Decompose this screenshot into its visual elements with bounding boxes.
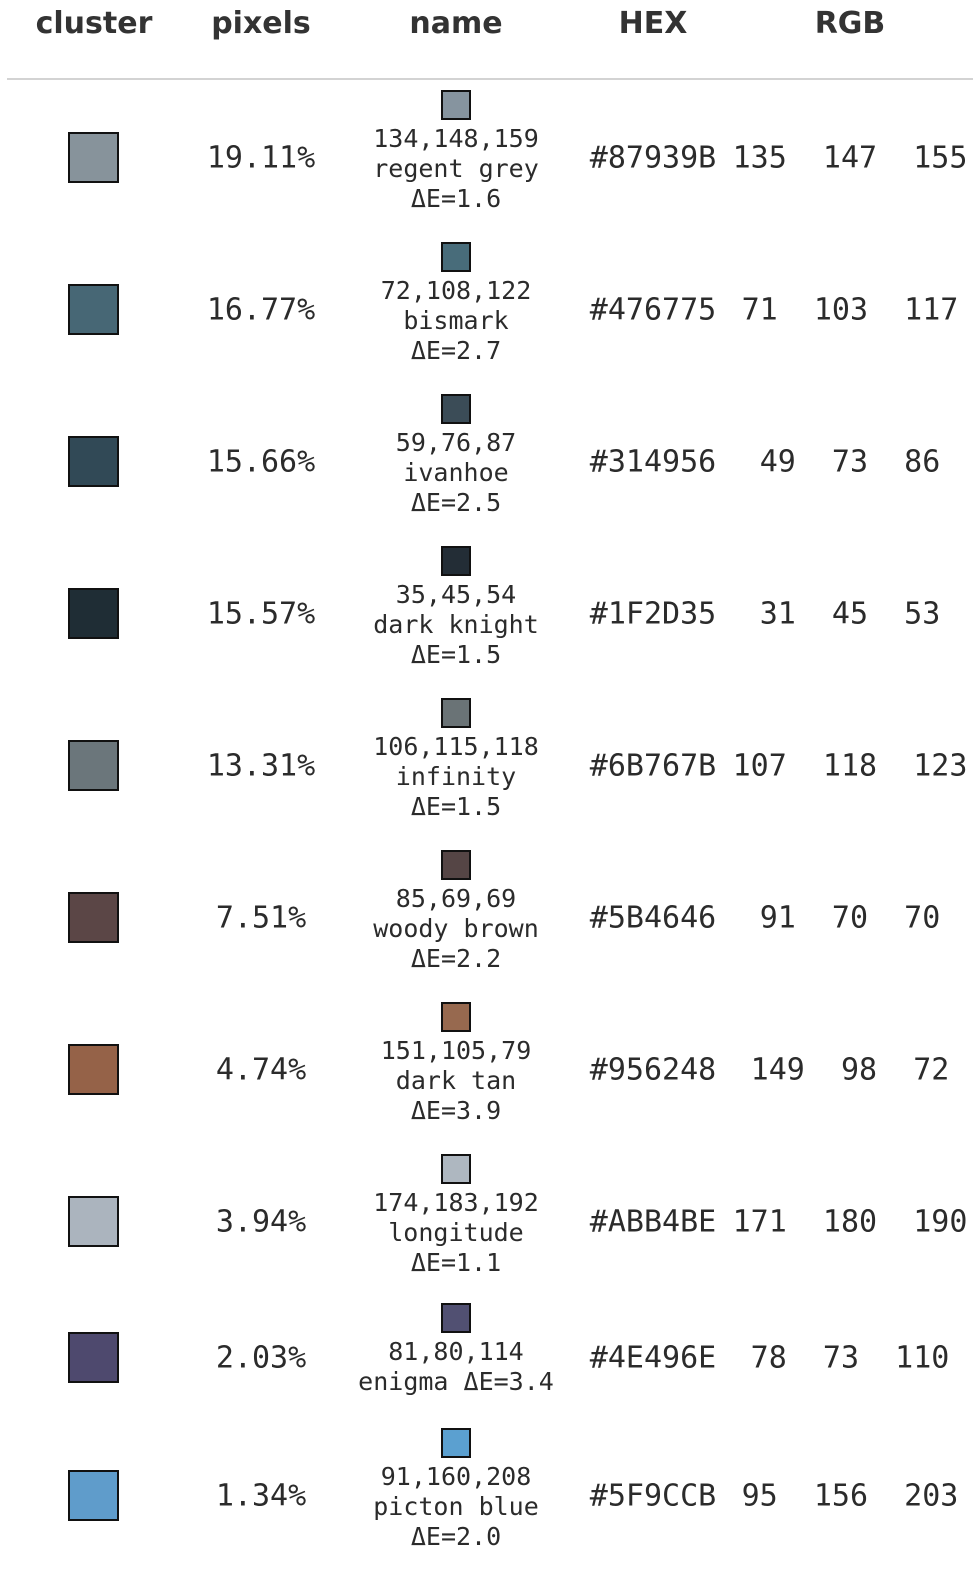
delta-e-value: ΔE=2.7	[410, 336, 502, 365]
hex-value: #314956	[589, 444, 717, 480]
color-name-block: 134,148,159 regent grey ΔE=1.6	[373, 124, 539, 214]
color-name-block: 81,80,114 enigma ΔE=3.4	[358, 1337, 554, 1397]
named-color-label: dark knight	[373, 610, 539, 639]
hex-value: #956248	[589, 1052, 717, 1088]
pixels-percent: 7.51%	[215, 900, 307, 936]
cluster-swatch	[68, 1044, 119, 1095]
color-table-body: 19.11% 134,148,159 regent grey ΔE=1.6 #87939…	[0, 0, 978, 1576]
cluster-swatch	[68, 1196, 119, 1247]
named-color-swatch	[441, 1428, 471, 1458]
hex-value: #5F9CCB	[589, 1478, 717, 1514]
cluster-swatch	[68, 740, 119, 791]
pixels-percent: 2.03%	[215, 1340, 307, 1376]
pixels-percent: 19.11%	[206, 140, 316, 176]
cluster-swatch	[68, 1470, 119, 1521]
cluster-swatch	[68, 1332, 119, 1383]
cluster-swatch	[68, 892, 119, 943]
delta-e-value: ΔE=2.2	[410, 944, 502, 973]
rgb-value: 107 118 123	[732, 748, 968, 784]
named-color-rgb: 85,69,69	[395, 884, 517, 913]
delta-e-value: ΔE=1.1	[410, 1248, 502, 1277]
named-color-label: regent grey	[373, 154, 539, 183]
pixels-percent: 4.74%	[215, 1052, 307, 1088]
named-color-label: dark tan	[395, 1066, 517, 1095]
named-color-label: longitude	[388, 1218, 524, 1247]
named-color-swatch	[441, 1154, 471, 1184]
hex-value: #476775	[589, 292, 717, 328]
named-color-rgb: 106,115,118	[373, 732, 539, 761]
cluster-swatch	[68, 588, 119, 639]
pixels-percent: 15.57%	[206, 596, 316, 632]
delta-e-value: ΔE=1.6	[410, 184, 502, 213]
rgb-value: 149 98 72	[750, 1052, 950, 1088]
named-color-rgb: 174,183,192	[373, 1188, 539, 1217]
pixels-percent: 1.34%	[215, 1478, 307, 1514]
rgb-value: 71 103 117	[741, 292, 959, 328]
named-color-swatch	[441, 1002, 471, 1032]
pixels-percent: 3.94%	[215, 1204, 307, 1240]
named-color-rgb: 151,105,79	[380, 1036, 532, 1065]
named-color-rgb: 72,108,122	[380, 276, 532, 305]
color-name-block: 72,108,122 bismark ΔE=2.7	[381, 276, 532, 366]
named-color-swatch	[441, 90, 471, 120]
named-color-swatch	[441, 394, 471, 424]
named-color-rgb: 35,45,54	[395, 580, 517, 609]
cluster-swatch	[68, 132, 119, 183]
hex-value: #4E496E	[589, 1340, 717, 1376]
delta-e-value: ΔE=1.5	[410, 640, 502, 669]
named-color-label: woody brown	[373, 914, 539, 943]
color-name-block: 174,183,192 longitude ΔE=1.1	[373, 1188, 539, 1278]
named-color-label: enigma ΔE=3.4	[358, 1367, 554, 1396]
color-name-block: 59,76,87 ivanhoe ΔE=2.5	[396, 428, 516, 518]
delta-e-value: ΔE=3.9	[410, 1096, 502, 1125]
named-color-rgb: 91,160,208	[380, 1462, 532, 1491]
named-color-label: picton blue	[373, 1492, 539, 1521]
hex-value: #5B4646	[589, 900, 717, 936]
color-name-block: 106,115,118 infinity ΔE=1.5	[373, 732, 539, 822]
named-color-rgb: 134,148,159	[373, 124, 539, 153]
rgb-value: 78 73 110	[750, 1340, 950, 1376]
hex-value: #6B767B	[589, 748, 717, 784]
rgb-value: 31 45 53	[759, 596, 941, 632]
color-name-block: 35,45,54 dark knight ΔE=1.5	[373, 580, 539, 670]
named-color-swatch	[441, 1303, 471, 1333]
pixels-percent: 15.66%	[206, 444, 316, 480]
named-color-rgb: 81,80,114	[388, 1337, 524, 1366]
delta-e-value: ΔE=2.5	[410, 488, 502, 517]
pixels-percent: 13.31%	[206, 748, 316, 784]
color-name-block: 151,105,79 dark tan ΔE=3.9	[381, 1036, 532, 1126]
rgb-value: 91 70 70	[759, 900, 941, 936]
rgb-value: 49 73 86	[759, 444, 941, 480]
named-color-label: ivanhoe	[403, 458, 509, 487]
named-color-rgb: 59,76,87	[395, 428, 517, 457]
named-color-swatch	[441, 546, 471, 576]
named-color-label: infinity	[395, 762, 517, 791]
named-color-swatch	[441, 242, 471, 272]
hex-value: #87939B	[589, 140, 717, 176]
pixels-percent: 16.77%	[206, 292, 316, 328]
cluster-swatch	[68, 436, 119, 487]
rgb-value: 95 156 203	[741, 1478, 959, 1514]
named-color-swatch	[441, 698, 471, 728]
cluster-swatch	[68, 284, 119, 335]
hex-value: #1F2D35	[589, 596, 717, 632]
color-name-block: 91,160,208 picton blue ΔE=2.0	[373, 1462, 539, 1552]
rgb-value: 135 147 155	[732, 140, 968, 176]
delta-e-value: ΔE=2.0	[410, 1522, 502, 1551]
delta-e-value: ΔE=1.5	[410, 792, 502, 821]
named-color-swatch	[441, 850, 471, 880]
hex-value: #ABB4BE	[589, 1204, 717, 1240]
color-name-block: 85,69,69 woody brown ΔE=2.2	[373, 884, 539, 974]
rgb-value: 171 180 190	[732, 1204, 968, 1240]
named-color-label: bismark	[403, 306, 509, 335]
